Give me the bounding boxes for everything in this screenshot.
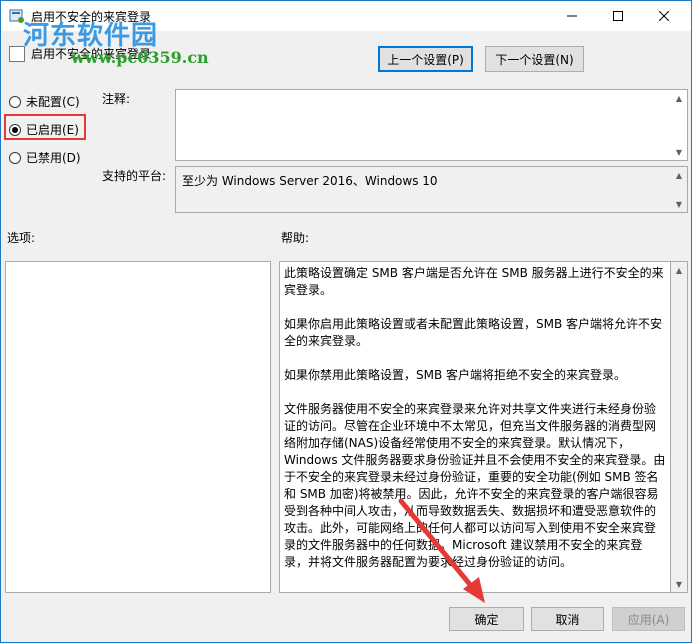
radio-not-configured[interactable]: 未配置(C) [9,93,80,110]
help-paragraph: 此策略设置确定 SMB 客户端是否允许在 SMB 服务器上进行不安全的来宾登录。 [284,266,664,297]
enabled-highlight-box [4,114,86,140]
watermark-logo: 河东软件园 [23,21,159,51]
comment-textarea[interactable]: ▲ ▼ [175,89,688,161]
comment-scroll-down-icon[interactable]: ▼ [673,146,685,158]
cancel-button[interactable]: 取消 [531,607,604,631]
radio-disabled-dot[interactable] [9,151,21,164]
radio-not-configured-label: 未配置(C) [26,95,80,109]
help-scrollbar[interactable]: ▲ ▼ [671,261,688,593]
radio-not-configured-dot[interactable] [9,95,21,108]
close-button[interactable] [641,1,687,31]
minimize-icon [567,15,577,17]
help-paragraph: 文件服务器使用不安全的来宾登录来允许对共享文件夹进行未经身份验证的访问。尽管在企… [284,402,666,569]
radio-disabled[interactable]: 已禁用(D) [9,149,81,166]
platform-label: 支持的平台: [102,169,167,183]
apply-button[interactable]: 应用(A) [612,607,685,631]
help-scroll-up-icon[interactable]: ▲ [673,264,685,276]
help-paragraph: 如果你启用此策略设置或者未配置此策略设置，SMB 客户端将允许不安全的来宾登录。 [284,317,663,348]
next-setting-button[interactable]: 下一个设置(N) [485,46,584,72]
platform-scroll-down-icon[interactable]: ▼ [673,198,685,210]
options-label: 选项: [7,231,36,245]
maximize-button[interactable] [595,1,641,31]
previous-setting-button[interactable]: 上一个设置(P) [378,46,473,72]
platform-field: 至少为 Windows Server 2016、Windows 10 ▲ ▼ [175,166,688,213]
help-label: 帮助: [281,231,310,245]
help-paragraph: 如果你禁用此策略设置，SMB 客户端将拒绝不安全的来宾登录。 [284,368,627,382]
help-panel[interactable]: 此策略设置确定 SMB 客户端是否允许在 SMB 服务器上进行不安全的来宾登录。… [279,261,671,593]
help-scroll-down-icon[interactable]: ▼ [673,578,685,590]
radio-disabled-label: 已禁用(D) [26,151,81,165]
platform-value: 至少为 Windows Server 2016、Windows 10 [182,174,438,188]
close-icon [659,11,669,21]
options-panel [5,261,271,593]
platform-scroll-up-icon[interactable]: ▲ [673,169,685,181]
comment-scroll-up-icon[interactable]: ▲ [673,92,685,104]
policy-dialog: 启用不安全的来宾登录 启用不安全的来宾登录 河东软件园 www.pc0359.c… [0,0,692,643]
watermark-url: www.pc0359.cn [71,48,209,67]
maximize-icon [613,11,623,21]
comment-label: 注释: [102,92,131,106]
minimize-button[interactable] [549,1,595,31]
ok-button[interactable]: 确定 [449,607,524,631]
